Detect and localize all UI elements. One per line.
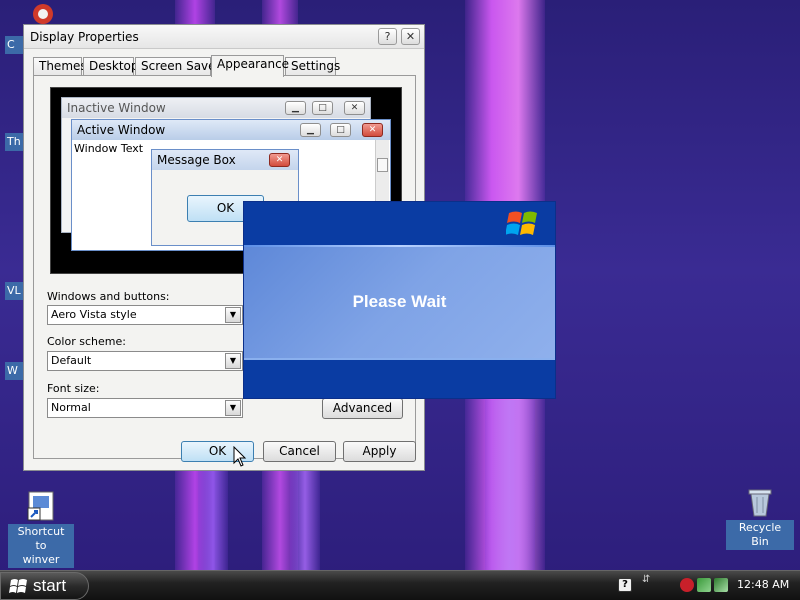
wait-footer bbox=[244, 360, 555, 398]
maximize-icon: □ bbox=[330, 123, 351, 137]
advanced-button[interactable]: Advanced bbox=[322, 398, 403, 419]
update-icon[interactable] bbox=[714, 578, 728, 592]
minimize-icon: ▁ bbox=[285, 101, 306, 115]
windows-logo-icon bbox=[506, 211, 537, 235]
please-wait-text: Please Wait bbox=[352, 292, 447, 311]
wallpaper-band bbox=[198, 460, 228, 570]
window-title: Display Properties bbox=[30, 30, 139, 44]
windows-and-buttons-label: Windows and buttons: bbox=[47, 290, 170, 303]
minimize-icon: ▁ bbox=[300, 123, 321, 137]
apply-button[interactable]: Apply bbox=[343, 441, 416, 462]
desktop-icon-label: Recycle Bin bbox=[726, 520, 794, 550]
start-button[interactable]: start bbox=[0, 572, 89, 600]
color-scheme-value: Default bbox=[51, 354, 92, 367]
start-label: start bbox=[33, 576, 67, 595]
clock[interactable]: 12:48 AM bbox=[737, 578, 789, 591]
font-size-label: Font size: bbox=[47, 382, 100, 395]
tab-settings[interactable]: Settings bbox=[285, 57, 340, 76]
desktop-icon-shortcut-to-winver[interactable]: Shortcut to winver bbox=[8, 490, 74, 568]
taskbar: start ? ⇵ 12:48 AM bbox=[0, 570, 800, 600]
close-icon: ✕ bbox=[362, 123, 383, 137]
maximize-icon: □ bbox=[312, 101, 333, 115]
wallpaper-band bbox=[485, 400, 535, 570]
tray-arrows-icon[interactable]: ⇵ bbox=[642, 575, 650, 585]
close-icon: ✕ bbox=[269, 153, 290, 167]
cancel-button[interactable]: Cancel bbox=[263, 441, 336, 462]
shortcut-icon bbox=[27, 491, 54, 521]
desktop-icon-recycle-bin[interactable]: Recycle Bin bbox=[726, 486, 794, 550]
mouse-cursor-icon bbox=[233, 446, 247, 467]
windows-and-buttons-value: Aero Vista style bbox=[51, 308, 137, 321]
close-icon: ✕ bbox=[344, 101, 365, 115]
desktop-icon-label[interactable]: Th bbox=[5, 133, 23, 151]
tab-appearance[interactable]: Appearance bbox=[211, 55, 289, 77]
recycle-bin-icon bbox=[748, 489, 772, 517]
color-scheme-label: Color scheme: bbox=[47, 335, 126, 348]
please-wait-dialog: Please Wait bbox=[243, 201, 556, 399]
network-icon[interactable] bbox=[697, 578, 711, 592]
chevron-down-icon[interactable]: ▼ bbox=[225, 400, 241, 416]
desktop-icon-label[interactable]: C bbox=[5, 36, 23, 54]
font-size-value: Normal bbox=[51, 401, 91, 414]
help-icon[interactable]: ? bbox=[618, 578, 632, 592]
color-scheme-select[interactable]: Default ▼ bbox=[47, 351, 243, 371]
security-shield-icon[interactable] bbox=[680, 578, 694, 592]
desktop-icon-top-left[interactable] bbox=[28, 2, 58, 26]
tab-themes[interactable]: Themes bbox=[33, 57, 87, 76]
chevron-down-icon[interactable]: ▼ bbox=[225, 353, 241, 369]
preview-window-text: Window Text bbox=[74, 142, 144, 155]
windows-and-buttons-select[interactable]: Aero Vista style ▼ bbox=[47, 305, 243, 325]
wallpaper-band bbox=[290, 460, 320, 570]
desktop-icon-label[interactable]: VL bbox=[5, 282, 23, 300]
desktop-icon-label: Shortcut to winver bbox=[8, 524, 74, 568]
font-size-select[interactable]: Normal ▼ bbox=[47, 398, 243, 418]
window-titlebar[interactable]: Display Properties ? ✕ bbox=[24, 25, 424, 49]
app-icon bbox=[33, 4, 53, 24]
wait-header bbox=[244, 202, 555, 245]
help-button[interactable]: ? bbox=[378, 28, 397, 45]
close-button[interactable]: ✕ bbox=[401, 28, 420, 45]
desktop-icon-label[interactable]: W bbox=[5, 362, 23, 380]
tab-screen-saver[interactable]: Screen Saver bbox=[135, 57, 220, 76]
windows-logo-icon bbox=[9, 579, 27, 593]
chevron-down-icon[interactable]: ▼ bbox=[225, 307, 241, 323]
tab-desktop[interactable]: Desktop bbox=[83, 57, 139, 76]
